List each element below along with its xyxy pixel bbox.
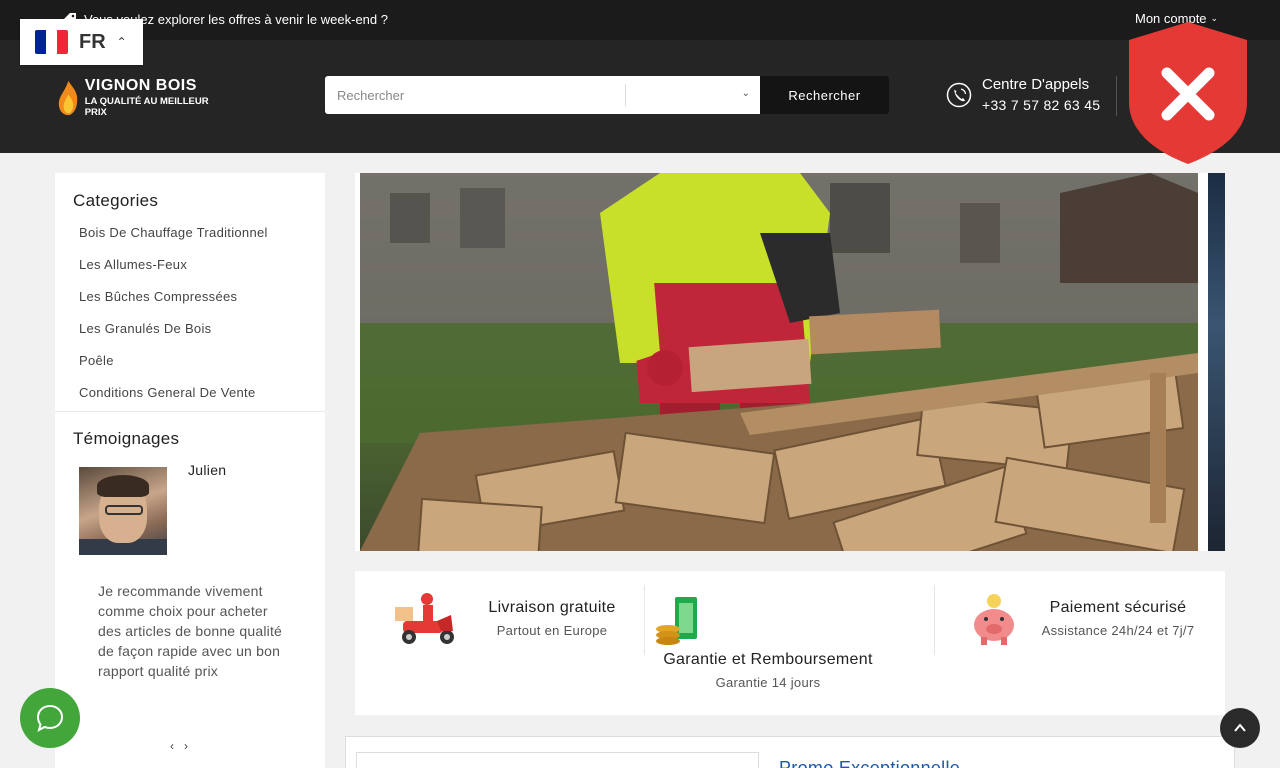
top-bar: Vous voulez explorer les offres à venir … [0,0,1280,40]
promo-card: Promo Exceptionnelle [345,736,1235,768]
logo-slogan: LA QUALITÉ AU MEILLEUR PRIX [84,96,209,118]
chevron-left-icon[interactable]: ‹ [170,739,174,753]
money-coins-icon [656,597,697,645]
testimonial-author: Julien [188,462,227,478]
testimonial-card: Julien Je recommande vivement comme choi… [55,449,325,753]
hero-slider[interactable] [355,173,1225,551]
language-selector[interactable]: FR ⌃ [20,19,143,65]
testimonial-nav: ‹ › [170,739,188,753]
delivery-scooter-icon [395,593,454,644]
testimonials-title: Témoignages [73,429,180,448]
promo-title[interactable]: Promo Exceptionnelle [779,758,960,768]
sidebar-item-poele[interactable]: Poêle [55,347,325,379]
feature-divider [644,585,645,655]
hero-next-slide-preview[interactable] [1208,173,1225,551]
chevron-down-icon: ⌄ [741,88,750,99]
sidebar-item-buches-compressees[interactable]: Les Bûches Compressées [55,283,325,315]
promo-product-image[interactable] [356,752,759,768]
call-center[interactable]: Centre D'appels +33 7 57 82 63 45 [946,76,1100,113]
feature-title: Garantie et Remboursement [663,651,873,668]
category-select[interactable]: ⌄ [626,76,760,114]
france-flag-icon [35,30,68,54]
feature-free-delivery: Livraison gratuite Partout en Europe [393,585,653,655]
sidebar-item-allumes-feux[interactable]: Les Allumes-Feux [55,251,325,283]
feature-subtitle: Assistance 24h/24 et 7j/7 [1041,623,1195,638]
scroll-to-top-button[interactable] [1220,708,1260,748]
search-bar: ⌄ Rechercher [325,76,889,114]
category-list: Bois De Chauffage Traditionnel Les Allum… [55,219,325,411]
feature-secure-payment: Paiement sécurisé Assistance 24h/24 et 7… [969,585,1219,655]
phone-icon [946,82,972,107]
features-bar: Livraison gratuite Partout en Europe Gar… [355,571,1225,715]
feature-subtitle: Garantie 14 jours [715,675,821,690]
feature-divider [934,585,935,655]
chevron-right-icon[interactable]: › [184,739,188,753]
testimonial-quote: Je recommande vivement comme choix pour … [98,583,283,679]
chevron-up-icon [1234,723,1246,732]
feature-subtitle: Partout en Europe [496,623,608,638]
sidebar-item-bois-de-chauffage[interactable]: Bois De Chauffage Traditionnel [55,219,325,251]
sidebar-item-granules-de-bois[interactable]: Les Granulés De Bois [55,315,325,347]
call-center-number: +33 7 57 82 63 45 [982,97,1101,113]
search-button[interactable]: Rechercher [760,76,889,114]
header: VIGNON BOIS LA QUALITÉ AU MEILLEUR PRIX … [0,40,1280,153]
avatar [79,467,167,555]
hero-image-firewood [360,173,1198,551]
language-code: FR [79,30,106,53]
chat-button[interactable] [20,688,80,748]
feature-title: Livraison gratuite [488,599,616,616]
header-divider [1116,76,1117,116]
logo-name: VIGNON BOIS [84,77,197,95]
feature-title: Paiement sécurisé [1049,599,1187,616]
flame-icon [58,80,78,116]
chat-bubble-icon [36,704,64,733]
search-input[interactable] [325,76,625,114]
call-center-label: Centre D'appels [982,76,1090,93]
sidebar: Categories Bois De Chauffage Traditionne… [55,173,325,768]
security-warning-shield-icon[interactable] [1125,20,1251,166]
piggy-bank-icon [974,594,1014,645]
categories-title: Categories [73,191,159,210]
feature-guarantee: Garantie et Remboursement Garantie 14 jo… [655,585,935,690]
chevron-up-icon: ⌃ [116,35,127,49]
logo[interactable]: VIGNON BOIS LA QUALITÉ AU MEILLEUR PRIX [56,74,226,122]
sidebar-item-conditions-vente[interactable]: Conditions General De Vente [55,379,325,411]
